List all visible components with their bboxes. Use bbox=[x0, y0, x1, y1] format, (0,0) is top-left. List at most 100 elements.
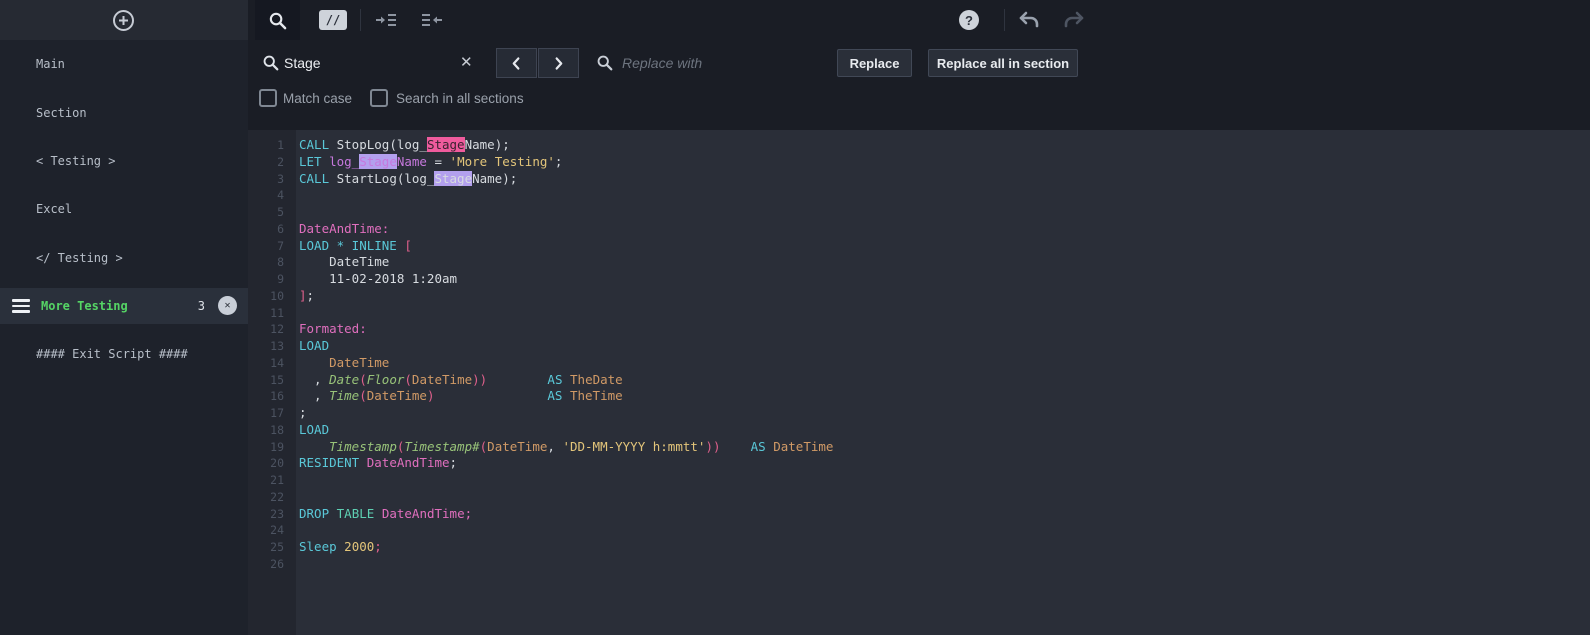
editor-toolbar: // ? bbox=[248, 0, 1590, 40]
sidebar-item-testing[interactable]: < Testing > bbox=[0, 137, 248, 185]
code-line: , Time(DateTime) AS TheTime bbox=[299, 388, 623, 404]
match-count-badge: 3 bbox=[197, 298, 205, 313]
sidebar-item-more-testing[interactable]: More Testing 3 ✕ bbox=[0, 287, 248, 324]
close-icon: ✕ bbox=[460, 54, 473, 71]
drag-handle-icon[interactable] bbox=[12, 299, 30, 313]
code-line: RESIDENT DateAndTime; bbox=[299, 455, 458, 471]
undo-button[interactable] bbox=[1018, 11, 1040, 34]
line-number: 2 bbox=[277, 154, 284, 169]
line-number: 24 bbox=[270, 523, 284, 538]
replace-button[interactable]: Replace bbox=[837, 49, 912, 77]
top-toolbar: // ? bbox=[0, 0, 1590, 40]
indent-button[interactable] bbox=[375, 12, 397, 33]
line-number: 16 bbox=[270, 389, 284, 404]
line-number: 19 bbox=[270, 439, 284, 454]
sidebar-item-excel[interactable]: Excel bbox=[0, 185, 248, 233]
sidebar-item-testing[interactable]: </ Testing > bbox=[0, 234, 248, 282]
code-line: DateTime bbox=[299, 254, 390, 270]
sidebar-item-label: < Testing > bbox=[36, 153, 116, 168]
sidebar-item-label: </ Testing > bbox=[36, 250, 123, 265]
add-section-button[interactable] bbox=[112, 9, 135, 32]
code-line: DROP TABLE DateAndTime; bbox=[299, 505, 473, 521]
code-line: ]; bbox=[299, 287, 315, 303]
help-button[interactable]: ? bbox=[959, 10, 979, 30]
code-line: LOAD bbox=[299, 421, 330, 437]
close-search-icon[interactable]: ✕ bbox=[218, 296, 237, 316]
toolbar-divider bbox=[360, 9, 361, 31]
search-icon bbox=[262, 54, 279, 76]
help-icon: ? bbox=[965, 12, 973, 28]
chevron-left-icon bbox=[512, 56, 520, 70]
code-line: DateTime bbox=[329, 354, 390, 370]
code-line: LET log_StageName = 'More Testing'; bbox=[299, 153, 563, 169]
match-case-checkbox[interactable] bbox=[259, 89, 277, 107]
line-number: 22 bbox=[270, 489, 284, 504]
all-sections-checkbox[interactable] bbox=[370, 89, 388, 107]
next-match-button[interactable] bbox=[538, 48, 579, 78]
sidebar-item-label: Section bbox=[36, 105, 87, 120]
line-number: 10 bbox=[270, 288, 284, 303]
sections-panel-header bbox=[0, 0, 248, 40]
code-line: 11-02-2018 1:20am bbox=[299, 271, 458, 286]
sidebar-items: Main Section < Testing > Excel </ Testing > M… bbox=[0, 40, 248, 378]
search-icon bbox=[269, 12, 287, 29]
chevron-right-icon bbox=[555, 56, 563, 70]
sidebar-item-label: #### Exit Script #### bbox=[36, 347, 188, 362]
line-number: 12 bbox=[270, 322, 284, 337]
match-highlight: Stage bbox=[434, 170, 473, 186]
line-number: 20 bbox=[270, 456, 284, 471]
line-number: 25 bbox=[270, 540, 284, 554]
replace-all-button-label: Replace all in section bbox=[936, 55, 1070, 71]
search-tool-button[interactable] bbox=[255, 0, 300, 40]
match-case-label: Match case bbox=[283, 91, 353, 106]
sidebar-item-section[interactable]: Section bbox=[0, 88, 248, 136]
search-input[interactable] bbox=[284, 51, 454, 75]
code-line: , Date(Floor(DateTime)) AS TheDate bbox=[299, 371, 623, 387]
undo-icon bbox=[1019, 11, 1039, 28]
redo-icon bbox=[1064, 11, 1084, 28]
code-line: CALL StopLog(log_StageName); bbox=[299, 137, 510, 152]
outdent-button[interactable] bbox=[421, 12, 443, 33]
outdent-icon bbox=[422, 14, 442, 26]
script-editor: 1 2 3 4 5 6 7 8 9 10 11 12 13 14 15 16 17 18 19 20 21 22 23 24 2… bbox=[248, 130, 1590, 635]
code-line: Formated: bbox=[299, 321, 367, 337]
code-line: Timestamp(Timestamp#(DateTime, 'DD-MM-YY… bbox=[329, 438, 834, 454]
line-number: 3 bbox=[277, 171, 284, 186]
sections-sidebar: Main Section < Testing > Excel </ Testing > M… bbox=[0, 40, 248, 635]
replace-search-icon bbox=[596, 54, 613, 76]
sidebar-item-exit-script[interactable]: #### Exit Script #### bbox=[0, 330, 248, 378]
code-line: DateAndTime: bbox=[299, 220, 390, 236]
code-area[interactable]: CALL StopLog(log_StageName); LET log_Stag… bbox=[296, 130, 1590, 635]
line-number: 9 bbox=[277, 272, 284, 286]
plus-circle-icon bbox=[113, 10, 134, 31]
previous-match-button[interactable] bbox=[496, 48, 537, 78]
line-number: 23 bbox=[270, 506, 284, 521]
redo-button[interactable] bbox=[1063, 11, 1085, 34]
line-number: 6 bbox=[277, 221, 284, 236]
code-line: LOAD * INLINE [ bbox=[299, 237, 412, 253]
data-load-editor: // ? Stage ✕ Replace with Replace Replac… bbox=[0, 0, 1590, 635]
indent-icon bbox=[376, 14, 396, 26]
replace-all-button[interactable]: Replace all in section bbox=[928, 49, 1078, 77]
code-line: ; bbox=[299, 405, 307, 420]
line-number: 8 bbox=[277, 255, 284, 270]
clear-search-button[interactable]: ✕ bbox=[460, 53, 473, 71]
toggle-comment-button[interactable]: // bbox=[319, 10, 347, 30]
sidebar-item-main[interactable]: Main bbox=[0, 40, 248, 88]
sidebar-item-label: Excel bbox=[36, 202, 73, 217]
sidebar-item-label: More Testing bbox=[41, 298, 128, 313]
line-number: 13 bbox=[270, 339, 284, 353]
all-sections-label: Search in all sections bbox=[396, 91, 524, 106]
line-number: 18 bbox=[270, 422, 284, 437]
replace-button-label: Replace bbox=[849, 55, 900, 71]
replace-input[interactable] bbox=[622, 51, 822, 75]
code-line: LOAD bbox=[299, 338, 330, 353]
code-line: CALL StartLog(log_StageName); bbox=[299, 170, 518, 186]
